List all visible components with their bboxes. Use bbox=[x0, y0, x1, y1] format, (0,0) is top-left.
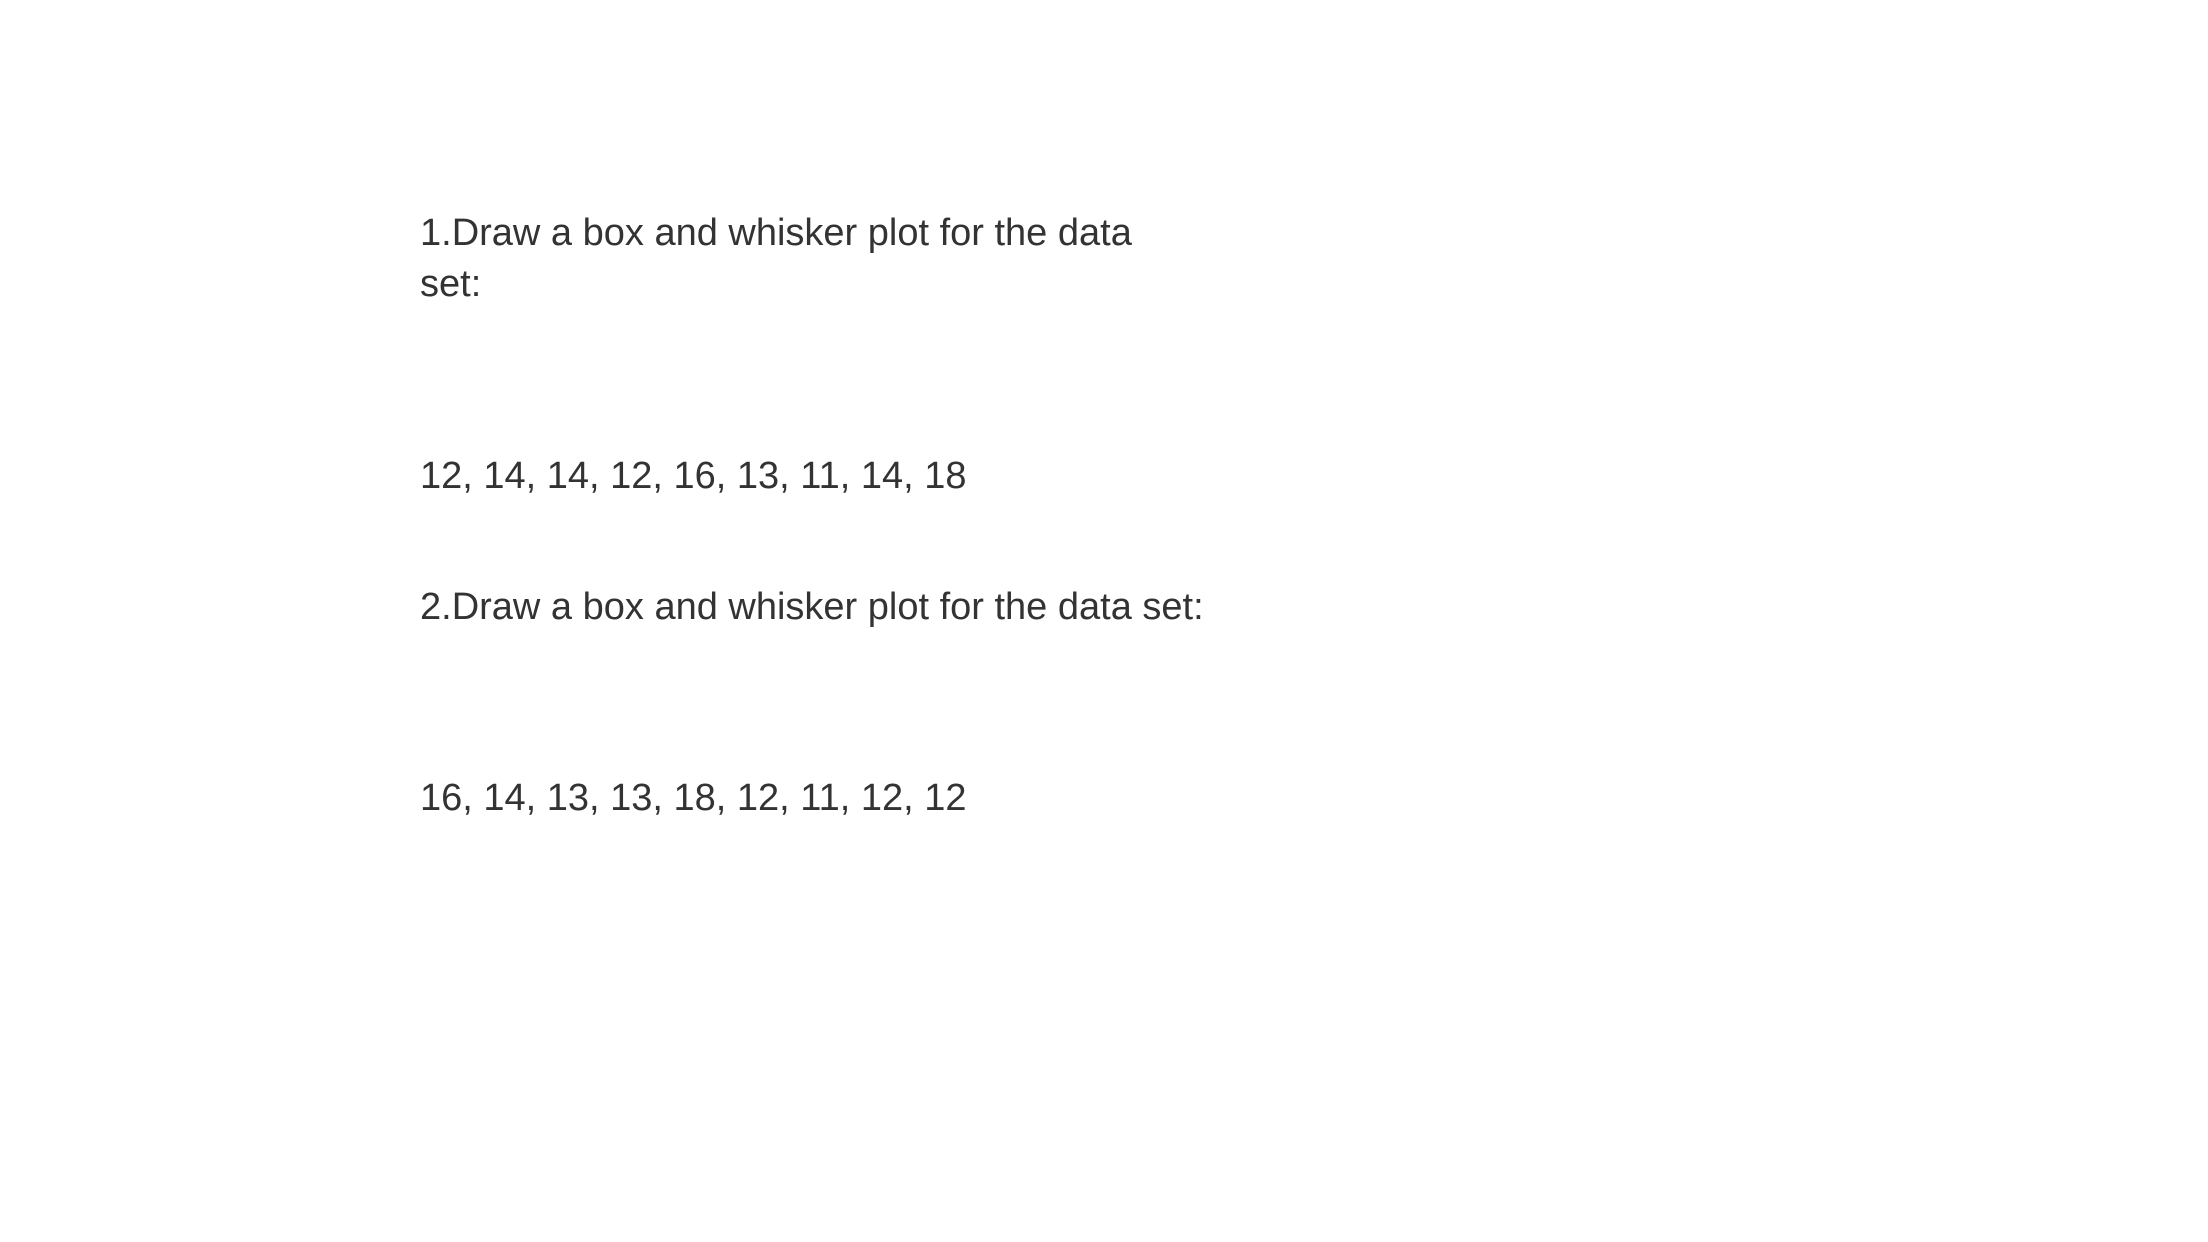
document-content: 1.Draw a box and whisker plot for the da… bbox=[420, 208, 1420, 824]
question-2-data: 16, 14, 13, 13, 18, 12, 11, 12, 12 bbox=[420, 773, 1420, 824]
question-1-data: 12, 14, 14, 12, 16, 13, 11, 14, 18 bbox=[420, 451, 1420, 502]
question-1-prompt-line2: set: bbox=[420, 259, 1420, 310]
question-2-prompt: 2.Draw a box and whisker plot for the da… bbox=[420, 582, 1420, 633]
question-1-prompt-line1: 1.Draw a box and whisker plot for the da… bbox=[420, 208, 1420, 259]
